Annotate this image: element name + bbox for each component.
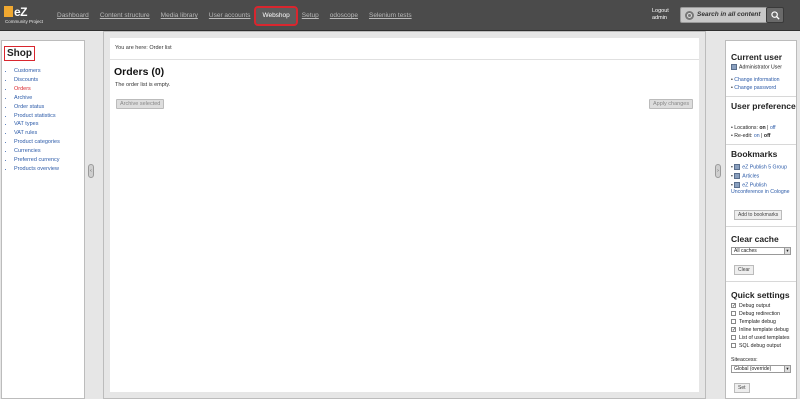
main-content: You are here: Order list Orders (0) The …	[103, 31, 706, 399]
menu-item-orders[interactable]: Orders	[14, 85, 60, 94]
left-collapse-handle[interactable]: ‹	[88, 164, 94, 178]
folder-icon	[734, 164, 741, 170]
user-icon	[731, 64, 737, 70]
tab-content-structure[interactable]: Content structure	[95, 8, 155, 24]
main-navigation: Dashboard Content structure Media librar…	[52, 6, 418, 26]
set-button[interactable]: Set	[734, 383, 750, 393]
username: admin	[652, 15, 667, 21]
bookmarks-title: Bookmarks	[731, 149, 778, 159]
search-icon	[685, 11, 694, 20]
tab-dashboard[interactable]: Dashboard	[52, 8, 94, 24]
menu-item-order-status[interactable]: Order status	[14, 103, 60, 112]
change-information-link[interactable]: Change information	[734, 77, 779, 83]
right-sidebar: Current user Administrator User • Change…	[725, 40, 797, 399]
clear-cache-title: Clear cache	[731, 234, 779, 244]
quick-settings-title: Quick settings	[731, 290, 790, 300]
menu-title: Shop	[4, 46, 35, 61]
change-password-item: • Change password	[731, 85, 777, 91]
quick-setting-debug-redirection[interactable]: Debug redirection	[731, 311, 780, 317]
search-input[interactable]: Search in all content	[680, 7, 775, 23]
menu-item-discounts[interactable]: Discounts	[14, 76, 60, 85]
quick-setting-sql-debug[interactable]: SQL debug output	[731, 343, 781, 349]
add-to-bookmarks-button[interactable]: Add to bookmarks	[734, 210, 783, 220]
clear-cache-button[interactable]: Clear	[734, 265, 754, 275]
quick-setting-debug-output[interactable]: ✓ Debug output	[731, 303, 770, 309]
menu-item-customers[interactable]: Customers	[14, 67, 60, 76]
menu-item-vat-rules[interactable]: VAT rules	[14, 129, 60, 138]
chevron-left-icon: ‹	[90, 168, 92, 174]
locations-off-link[interactable]: off	[770, 125, 776, 131]
logo-tagline: Community Project	[5, 19, 44, 24]
change-password-link[interactable]: Change password	[734, 85, 776, 91]
checkbox[interactable]	[731, 311, 736, 317]
bookmark-link[interactable]: eZ Publish 5 Group	[742, 164, 787, 170]
menu-item-products-overview[interactable]: Products overview	[14, 165, 60, 174]
user-preferences-title: User preferences	[731, 101, 797, 111]
tab-setup[interactable]: Setup	[297, 8, 324, 24]
reedit-pref: • Re-edit: on | off	[731, 133, 771, 139]
change-information-item: • Change information	[731, 77, 780, 83]
checkbox[interactable]	[731, 319, 736, 325]
tab-media-library[interactable]: Media library	[156, 8, 203, 24]
bookmark-link[interactable]: Articles	[742, 173, 759, 179]
top-bar: eZ Community Project Dashboard Content s…	[0, 0, 800, 31]
tab-user-accounts[interactable]: User accounts	[204, 8, 256, 24]
checkbox[interactable]: ✓	[731, 303, 736, 309]
siteaccess-label: Siteaccess:	[731, 357, 758, 363]
bookmark-item: • Articles	[731, 173, 760, 180]
dropdown-arrow-icon: ▼	[784, 366, 790, 372]
menu-item-vat-types[interactable]: VAT types	[14, 120, 60, 129]
page-icon	[734, 182, 741, 188]
menu-item-product-statistics[interactable]: Product statistics	[14, 112, 60, 121]
quick-setting-inline-template-debug[interactable]: ✓ Inline template debug	[731, 327, 789, 333]
dropdown-arrow-icon: ▼	[784, 248, 790, 254]
shop-menu-list: Customers Discounts Orders Archive Order…	[7, 67, 60, 174]
right-collapse-handle[interactable]: ›	[715, 164, 721, 178]
siteaccess-select[interactable]: Global (override) ▼	[731, 365, 791, 373]
current-user: Administrator User	[731, 64, 782, 70]
menu-item-archive[interactable]: Archive	[14, 94, 60, 103]
menu-item-preferred-currency[interactable]: Preferred currency	[14, 156, 60, 165]
locations-pref: • Locations: on | off	[731, 125, 776, 131]
checkbox[interactable]	[731, 335, 736, 341]
left-menu: Shop Customers Discounts Orders Archive …	[1, 40, 85, 399]
empty-message: The order list is empty.	[115, 82, 171, 88]
quick-setting-used-templates[interactable]: List of used templates	[731, 335, 789, 341]
checkbox[interactable]	[731, 343, 736, 349]
apply-changes-button[interactable]: Apply changes	[649, 99, 694, 109]
menu-item-product-categories[interactable]: Product categories	[14, 138, 60, 147]
reedit-on-link[interactable]: on	[754, 133, 760, 139]
quick-setting-template-debug[interactable]: Template debug	[731, 319, 776, 325]
tab-selenium-tests[interactable]: Selenium tests	[364, 8, 417, 24]
cache-select[interactable]: All caches ▼	[731, 247, 791, 255]
bookmark-item: • eZ Publish Unconference in Cologne	[731, 182, 790, 196]
archive-selected-button[interactable]: Archive selected	[116, 99, 165, 109]
page-title: Orders (0)	[114, 66, 165, 78]
search-button[interactable]	[766, 7, 784, 23]
tab-odoscope[interactable]: odoscope	[325, 8, 363, 24]
ez-logo[interactable]: eZ Community Project	[4, 5, 44, 27]
current-user-title: Current user	[731, 52, 783, 62]
search-placeholder: Search in all content	[697, 11, 761, 18]
tab-webshop[interactable]: Webshop	[254, 6, 298, 26]
checkbox[interactable]: ✓	[731, 327, 736, 333]
chevron-right-icon: ›	[717, 168, 719, 174]
user-area: Logout admin	[652, 8, 669, 22]
folder-icon	[734, 173, 741, 179]
logout-link[interactable]: Logout	[652, 8, 669, 14]
breadcrumb: You are here: Order list	[110, 45, 696, 60]
magnifier-icon	[770, 11, 780, 20]
menu-item-currencies[interactable]: Currencies	[14, 147, 60, 156]
bookmark-item: • eZ Publish 5 Group	[731, 164, 787, 171]
